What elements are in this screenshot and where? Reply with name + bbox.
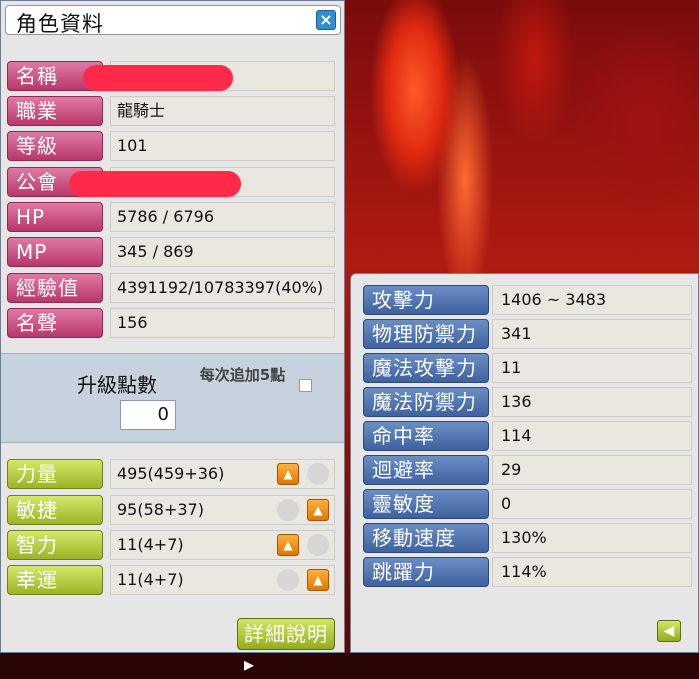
luk-up-icon[interactable]: ▲ xyxy=(307,569,329,591)
attack-value: 1406 ~ 3483 xyxy=(492,285,692,315)
jump-value: 114% xyxy=(492,557,692,587)
accuracy-value: 114 xyxy=(492,421,692,451)
attack-label: 攻擊力 xyxy=(363,285,489,315)
level-label: 等級 xyxy=(7,131,103,161)
empty-slot xyxy=(277,569,299,591)
empty-slot xyxy=(277,499,299,521)
hp-value: 5786 / 6796 xyxy=(110,202,335,232)
str-label: 力量 xyxy=(7,459,103,489)
redaction-mark xyxy=(83,65,233,91)
speed-label: 移動速度 xyxy=(363,523,489,553)
detail-row-accuracy: 命中率 114 xyxy=(363,421,693,451)
dex-value: 95(58+37) xyxy=(110,495,335,525)
exp-value: 4391192/10783397(40%) xyxy=(110,273,335,303)
detail-row-agility: 靈敏度 0 xyxy=(363,489,693,519)
stat-row-dex: 敏捷 95(58+37) ▲ xyxy=(7,495,335,525)
dex-up-icon[interactable]: ▲ xyxy=(307,499,329,521)
speed-value: 130% xyxy=(492,523,692,553)
luk-value: 11(4+7) xyxy=(110,565,335,595)
str-up-icon[interactable]: ▲ xyxy=(277,463,299,485)
detail-button-label: 詳細說明 xyxy=(244,622,328,646)
exp-label: 經驗值 xyxy=(7,273,103,303)
accuracy-label: 命中率 xyxy=(363,421,489,451)
empty-slot xyxy=(307,534,329,556)
window-title: 角色資料 xyxy=(16,12,104,36)
empty-slot xyxy=(307,463,329,485)
avoid-label: 迴避率 xyxy=(363,455,489,485)
title-bar[interactable]: 角色資料 × xyxy=(5,5,341,36)
stat-row-str: 力量 495(459+36) ▲ xyxy=(7,459,335,489)
level-points-value: 0 xyxy=(120,400,176,430)
profile-row-guild: 公會 xyxy=(7,167,335,197)
profile-row-level: 等級 101 xyxy=(7,131,335,161)
detail-arrow-icon: ▸ xyxy=(244,652,256,676)
job-label: 職業 xyxy=(7,96,103,126)
jump-label: 跳躍力 xyxy=(363,557,489,587)
stat-row-int: 智力 11(4+7) ▲ xyxy=(7,530,335,560)
mp-value: 345 / 869 xyxy=(110,237,335,267)
hp-label: HP xyxy=(7,202,103,232)
back-arrow-icon[interactable]: ◀ xyxy=(657,620,681,642)
magic-atk-label: 魔法攻擊力 xyxy=(363,353,489,383)
stat-row-luk: 幸運 11(4+7) ▲ xyxy=(7,565,335,595)
str-value: 495(459+36) xyxy=(110,459,335,489)
fame-value: 156 xyxy=(110,308,335,338)
detail-row-magic-atk: 魔法攻擊力 11 xyxy=(363,353,693,383)
agility-value: 0 xyxy=(492,489,692,519)
profile-row-job: 職業 龍騎士 xyxy=(7,96,335,126)
mp-label: MP xyxy=(7,237,103,267)
redaction-mark xyxy=(69,171,241,197)
auto-add-checkbox[interactable] xyxy=(299,379,312,392)
close-icon[interactable]: × xyxy=(316,10,336,30)
job-value: 龍騎士 xyxy=(110,96,335,126)
phys-def-label: 物理防禦力 xyxy=(363,319,489,349)
magic-atk-value: 11 xyxy=(492,353,692,383)
profile-row-mp: MP 345 / 869 xyxy=(7,237,335,267)
phys-def-value: 341 xyxy=(492,319,692,349)
detail-row-magic-def: 魔法防禦力 136 xyxy=(363,387,693,417)
magic-def-label: 魔法防禦力 xyxy=(363,387,489,417)
detail-stats-panel: 攻擊力 1406 ~ 3483 物理防禦力 341 魔法攻擊力 11 魔法防禦力… xyxy=(350,273,699,653)
avoid-value: 29 xyxy=(492,455,692,485)
int-value: 11(4+7) xyxy=(110,530,335,560)
detail-row-speed: 移動速度 130% xyxy=(363,523,693,553)
level-value: 101 xyxy=(110,131,335,161)
agility-label: 靈敏度 xyxy=(363,489,489,519)
profile-row-name: 名稱 xyxy=(7,61,335,91)
profile-row-fame: 名聲 156 xyxy=(7,308,335,338)
magic-def-value: 136 xyxy=(492,387,692,417)
int-label: 智力 xyxy=(7,530,103,560)
profile-row-hp: HP 5786 / 6796 xyxy=(7,202,335,232)
detail-row-avoid: 迴避率 29 xyxy=(363,455,693,485)
int-up-icon[interactable]: ▲ xyxy=(277,534,299,556)
detail-row-attack: 攻擊力 1406 ~ 3483 xyxy=(363,285,693,315)
dex-label: 敏捷 xyxy=(7,495,103,525)
detail-row-jump: 跳躍力 114% xyxy=(363,557,693,587)
auto-add-label: 每次追加5點 xyxy=(199,366,286,384)
profile-row-exp: 經驗值 4391192/10783397(40%) xyxy=(7,273,335,303)
detail-button[interactable]: 詳細說明 ▸ xyxy=(237,618,335,676)
character-info-panel: 角色資料 × 名稱 職業 龍騎士 等級 101 公會 HP 5786 / 679… xyxy=(0,0,345,676)
detail-row-phys-def: 物理防禦力 341 xyxy=(363,319,693,349)
level-points-label: 升級點數 xyxy=(77,373,157,397)
fame-label: 名聲 xyxy=(7,308,103,338)
luk-label: 幸運 xyxy=(7,565,103,595)
